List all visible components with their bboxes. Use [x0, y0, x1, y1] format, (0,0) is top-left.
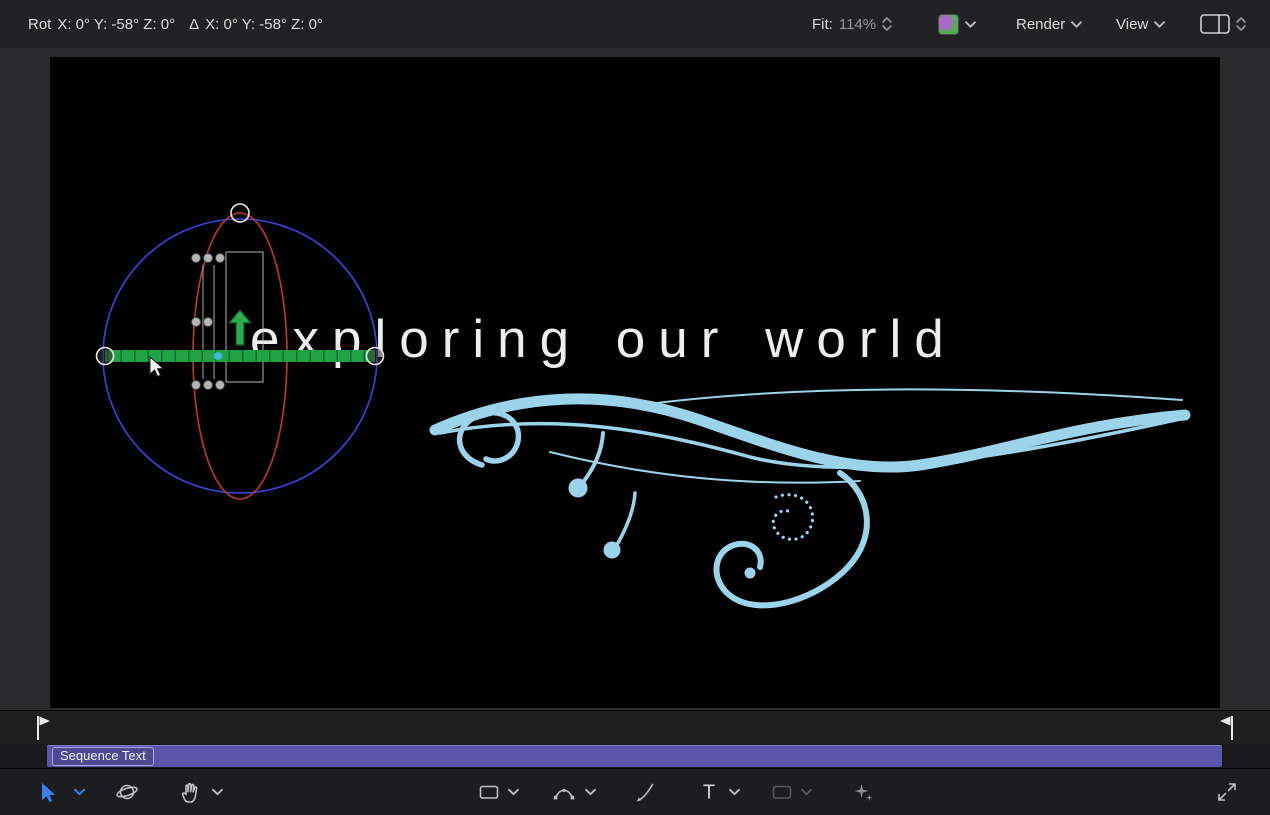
x-axis-handle-bar[interactable]	[105, 350, 375, 362]
chevron-down-icon[interactable]	[1071, 21, 1082, 28]
play-range-out-marker[interactable]	[1218, 715, 1234, 741]
particles-sparkle-tool[interactable]	[852, 781, 874, 803]
fit-label: Fit:	[812, 16, 833, 33]
mini-timeline-ruler[interactable]	[0, 710, 1270, 745]
rotation-readout: Rot X: 0° Y: -58° Z: 0° Δ X: 0° Y: -58° …	[28, 0, 323, 48]
shape-tool-chevron-icon[interactable]	[508, 789, 519, 796]
fit-stepper-icon[interactable]	[882, 16, 892, 32]
fit-value[interactable]: 114%	[839, 16, 876, 33]
transform-manipulator[interactable]	[50, 57, 1220, 708]
paint-stroke-tool[interactable]	[634, 781, 656, 803]
timeline-track-area: Sequence Text	[0, 744, 1270, 768]
3d-transform-tool[interactable]	[116, 781, 138, 803]
delta-symbol: Δ	[189, 16, 199, 33]
text-tool[interactable]: T	[698, 781, 720, 803]
generator-tool-disabled[interactable]	[771, 781, 793, 803]
viewport-stepper-icon[interactable]	[1236, 16, 1246, 32]
hand-tool-chevron-icon[interactable]	[212, 789, 223, 796]
canvas-toolbar: Rot X: 0° Y: -58° Z: 0° Δ X: 0° Y: -58° …	[0, 0, 1270, 49]
select-tool-chevron-icon[interactable]	[74, 789, 85, 796]
fullscreen-toggle[interactable]	[1216, 781, 1238, 803]
rot-label: Rot	[28, 16, 51, 33]
rot-values: X: 0° Y: -58° Z: 0°	[57, 16, 175, 33]
generator-chevron-icon[interactable]	[801, 789, 812, 796]
viewport-layout-control[interactable]	[1200, 0, 1246, 48]
right-bar-handle[interactable]	[367, 348, 384, 365]
track-name-label[interactable]: Sequence Text	[52, 747, 154, 766]
rectangle-shape-tool[interactable]	[478, 781, 500, 803]
sequence-text-track-bar[interactable]: Sequence Text	[47, 745, 1222, 767]
render-menu[interactable]: Render	[1016, 0, 1082, 48]
chevron-down-icon[interactable]	[965, 21, 976, 28]
play-range-in-marker[interactable]	[36, 715, 52, 741]
project-canvas[interactable]: exploring our world	[50, 57, 1220, 708]
select-arrow-tool[interactable]	[36, 781, 58, 803]
view-label[interactable]: View	[1116, 16, 1148, 33]
left-bar-handle[interactable]	[97, 348, 114, 365]
chevron-down-icon[interactable]	[1154, 21, 1165, 28]
fill-swatch-icon[interactable]	[938, 14, 959, 35]
anchor-dots[interactable]	[192, 254, 225, 390]
canvas-pasteboard: exploring our world	[0, 48, 1270, 710]
render-label[interactable]: Render	[1016, 16, 1065, 33]
bezier-pen-tool[interactable]	[553, 781, 575, 803]
bar-position-dot	[214, 352, 222, 360]
svg-text:T: T	[703, 782, 715, 804]
fit-control[interactable]: Fit: 114%	[812, 0, 892, 48]
viewport-layout-icon[interactable]	[1200, 14, 1230, 34]
delta-values: X: 0° Y: -58° Z: 0°	[205, 16, 323, 33]
pen-tool-chevron-icon[interactable]	[585, 789, 596, 796]
tools-toolbar: T	[0, 768, 1270, 815]
fill-color-control[interactable]	[938, 0, 976, 48]
pan-hand-tool[interactable]	[180, 781, 202, 803]
y-axis-arrow-handle[interactable]	[229, 310, 251, 345]
view-menu[interactable]: View	[1116, 0, 1165, 48]
text-tool-chevron-icon[interactable]	[729, 789, 740, 796]
